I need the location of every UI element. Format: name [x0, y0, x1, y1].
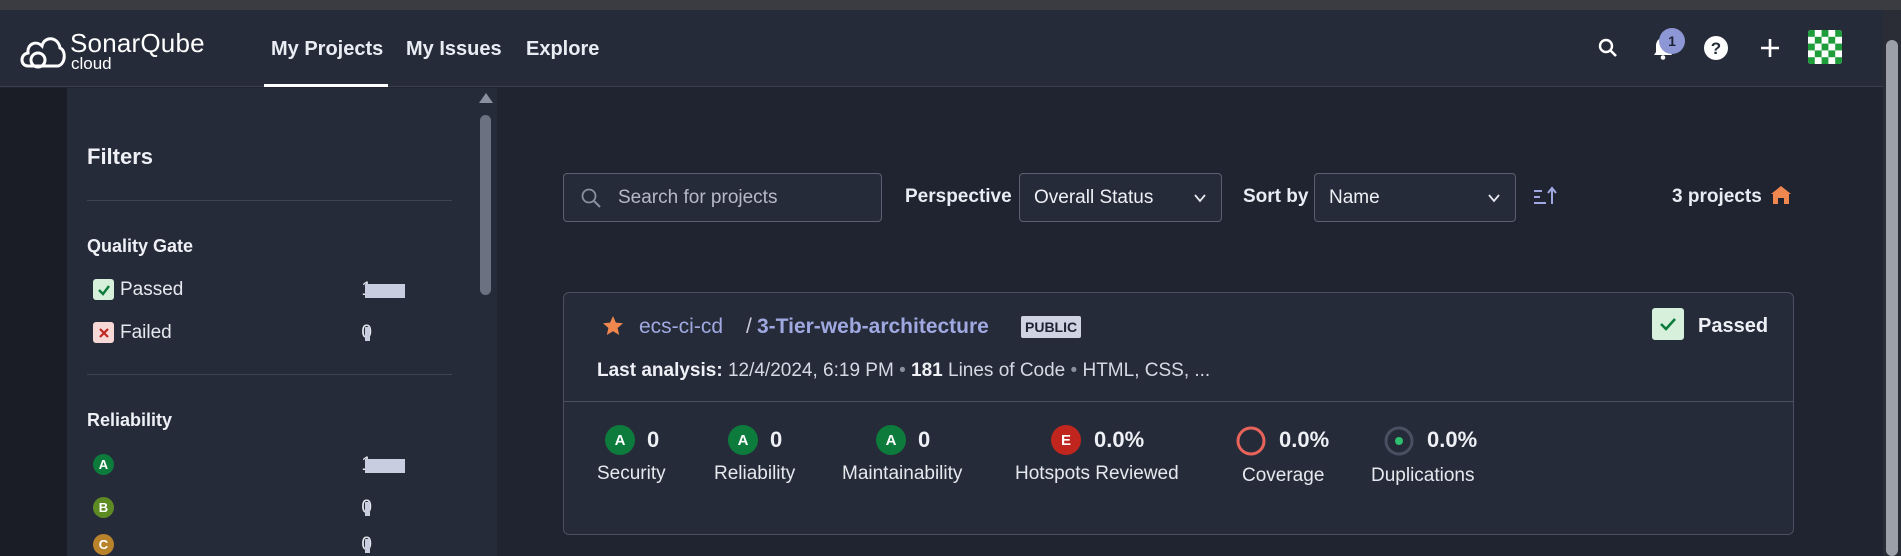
sidebar-scroll-up-icon[interactable]	[479, 93, 493, 103]
help-icon[interactable]: ?	[1700, 32, 1732, 64]
metric-value: 0.0%	[1279, 427, 1330, 452]
dot-separator: •	[899, 360, 906, 381]
metric-label: Maintainability	[842, 463, 963, 484]
page-scrollbar-thumb[interactable]	[1886, 40, 1898, 556]
rating-c-badge: C	[93, 534, 114, 555]
metric-label: Hotspots Reviewed	[1015, 463, 1179, 484]
metric-value: 0	[647, 427, 660, 452]
coverage-ring-icon	[1236, 426, 1266, 456]
nav-explore[interactable]: Explore	[526, 38, 599, 61]
nav-my-issues[interactable]: My Issues	[406, 38, 502, 61]
project-card: ecs-ci-cd / 3-Tier-web-architecture PUBL…	[563, 292, 1794, 535]
perspective-selected-value: Overall Status	[1034, 187, 1154, 208]
filters-divider	[87, 200, 452, 201]
metric-value: 0	[918, 427, 931, 452]
svg-text:?: ?	[1711, 39, 1721, 58]
facet-reliability-b[interactable]: B 0	[87, 494, 417, 524]
last-analysis-label: Last analysis:	[597, 360, 723, 381]
lines-of-code-label: Lines of Code	[948, 360, 1066, 381]
sort-ascending-icon[interactable]	[1531, 184, 1559, 210]
left-gutter	[0, 88, 67, 556]
facet-bar	[365, 327, 370, 341]
nav-active-indicator	[264, 84, 388, 87]
card-divider	[564, 401, 1793, 402]
project-languages: HTML, CSS, ...	[1082, 360, 1211, 381]
perspective-label: Perspective	[905, 186, 1012, 207]
project-name-link[interactable]: 3-Tier-web-architecture	[757, 315, 989, 339]
quality-gate-facet-title[interactable]: Quality Gate	[87, 236, 193, 257]
facet-bar	[365, 539, 370, 553]
quality-gate-check-icon	[1652, 308, 1684, 340]
project-analysis-info: Last analysis: 12/4/2024, 6:19 PM • 181 …	[597, 360, 1210, 382]
metric-value: 0.0%	[1427, 427, 1478, 452]
facet-quality-gate-passed[interactable]: Passed 1	[87, 276, 417, 306]
facet-quality-gate-failed[interactable]: Failed 0	[87, 319, 417, 349]
cloud-logo-icon	[20, 37, 66, 69]
sort-selected-value: Name	[1329, 187, 1380, 208]
security-rating-badge: A	[605, 425, 635, 455]
logo-subtitle: cloud	[71, 54, 112, 73]
facet-label: Passed	[120, 279, 184, 300]
rating-b-badge: B	[93, 497, 114, 518]
sidebar-scrollbar-thumb[interactable]	[480, 115, 491, 295]
quality-gate-status: Passed	[1698, 315, 1769, 337]
reliability-rating-badge: A	[728, 425, 758, 455]
notification-count-badge: 1	[1659, 28, 1685, 54]
chevron-down-icon	[1194, 194, 1206, 203]
facet-reliability-a[interactable]: A 1	[87, 451, 417, 481]
sort-by-select[interactable]: Name	[1314, 173, 1516, 222]
project-path-separator: /	[746, 315, 752, 338]
visibility-badge: PUBLIC	[1021, 316, 1082, 338]
passed-check-icon	[93, 279, 114, 300]
metric-label: Coverage	[1242, 465, 1325, 486]
facet-bar	[365, 284, 405, 298]
chevron-down-icon	[1488, 194, 1500, 203]
facet-bar	[365, 459, 405, 473]
dot-separator: •	[1070, 360, 1078, 381]
project-count: 3 projects	[1672, 186, 1762, 207]
hotspots-rating-badge: E	[1051, 425, 1081, 455]
top-navigation-bar: SonarQube cloud My Projects My Issues Ex…	[0, 10, 1883, 87]
duplications-ring-icon	[1384, 426, 1414, 456]
rating-a-badge: A	[93, 454, 114, 475]
metric-label: Security	[597, 463, 666, 484]
maintainability-rating-badge: A	[876, 425, 906, 455]
metric-value: 0.0%	[1094, 427, 1145, 452]
search-icon[interactable]	[1592, 32, 1624, 64]
logo-title: SonarQube	[70, 28, 205, 58]
search-icon	[581, 188, 601, 208]
reliability-facet-title[interactable]: Reliability	[87, 410, 172, 431]
project-search-box	[563, 173, 882, 222]
nav-my-projects[interactable]: My Projects	[271, 38, 383, 61]
sonarqube-cloud-logo[interactable]: SonarQube cloud	[18, 26, 218, 72]
project-organization-link[interactable]: ecs-ci-cd	[639, 315, 723, 339]
search-input[interactable]	[618, 182, 868, 214]
metric-label: Reliability	[714, 463, 796, 484]
window-top-strip	[0, 0, 1901, 10]
filters-title: Filters	[87, 144, 154, 169]
failed-x-icon	[93, 322, 114, 343]
facet-divider	[87, 374, 452, 375]
metric-value: 0	[770, 427, 783, 452]
facet-bar	[365, 502, 370, 516]
plus-icon[interactable]	[1754, 32, 1786, 64]
user-avatar[interactable]	[1808, 30, 1842, 64]
last-analysis-date: 12/4/2024, 6:19 PM	[727, 360, 894, 381]
lines-of-code-value: 181	[911, 360, 943, 381]
facet-reliability-c[interactable]: C 0	[87, 531, 417, 556]
perspective-select[interactable]: Overall Status	[1019, 173, 1222, 222]
facet-label: Failed	[120, 322, 172, 343]
home-icon[interactable]	[1770, 184, 1792, 206]
metric-label: Duplications	[1371, 465, 1475, 486]
sort-by-label: Sort by	[1243, 186, 1309, 207]
star-favorite-icon[interactable]	[601, 314, 625, 338]
